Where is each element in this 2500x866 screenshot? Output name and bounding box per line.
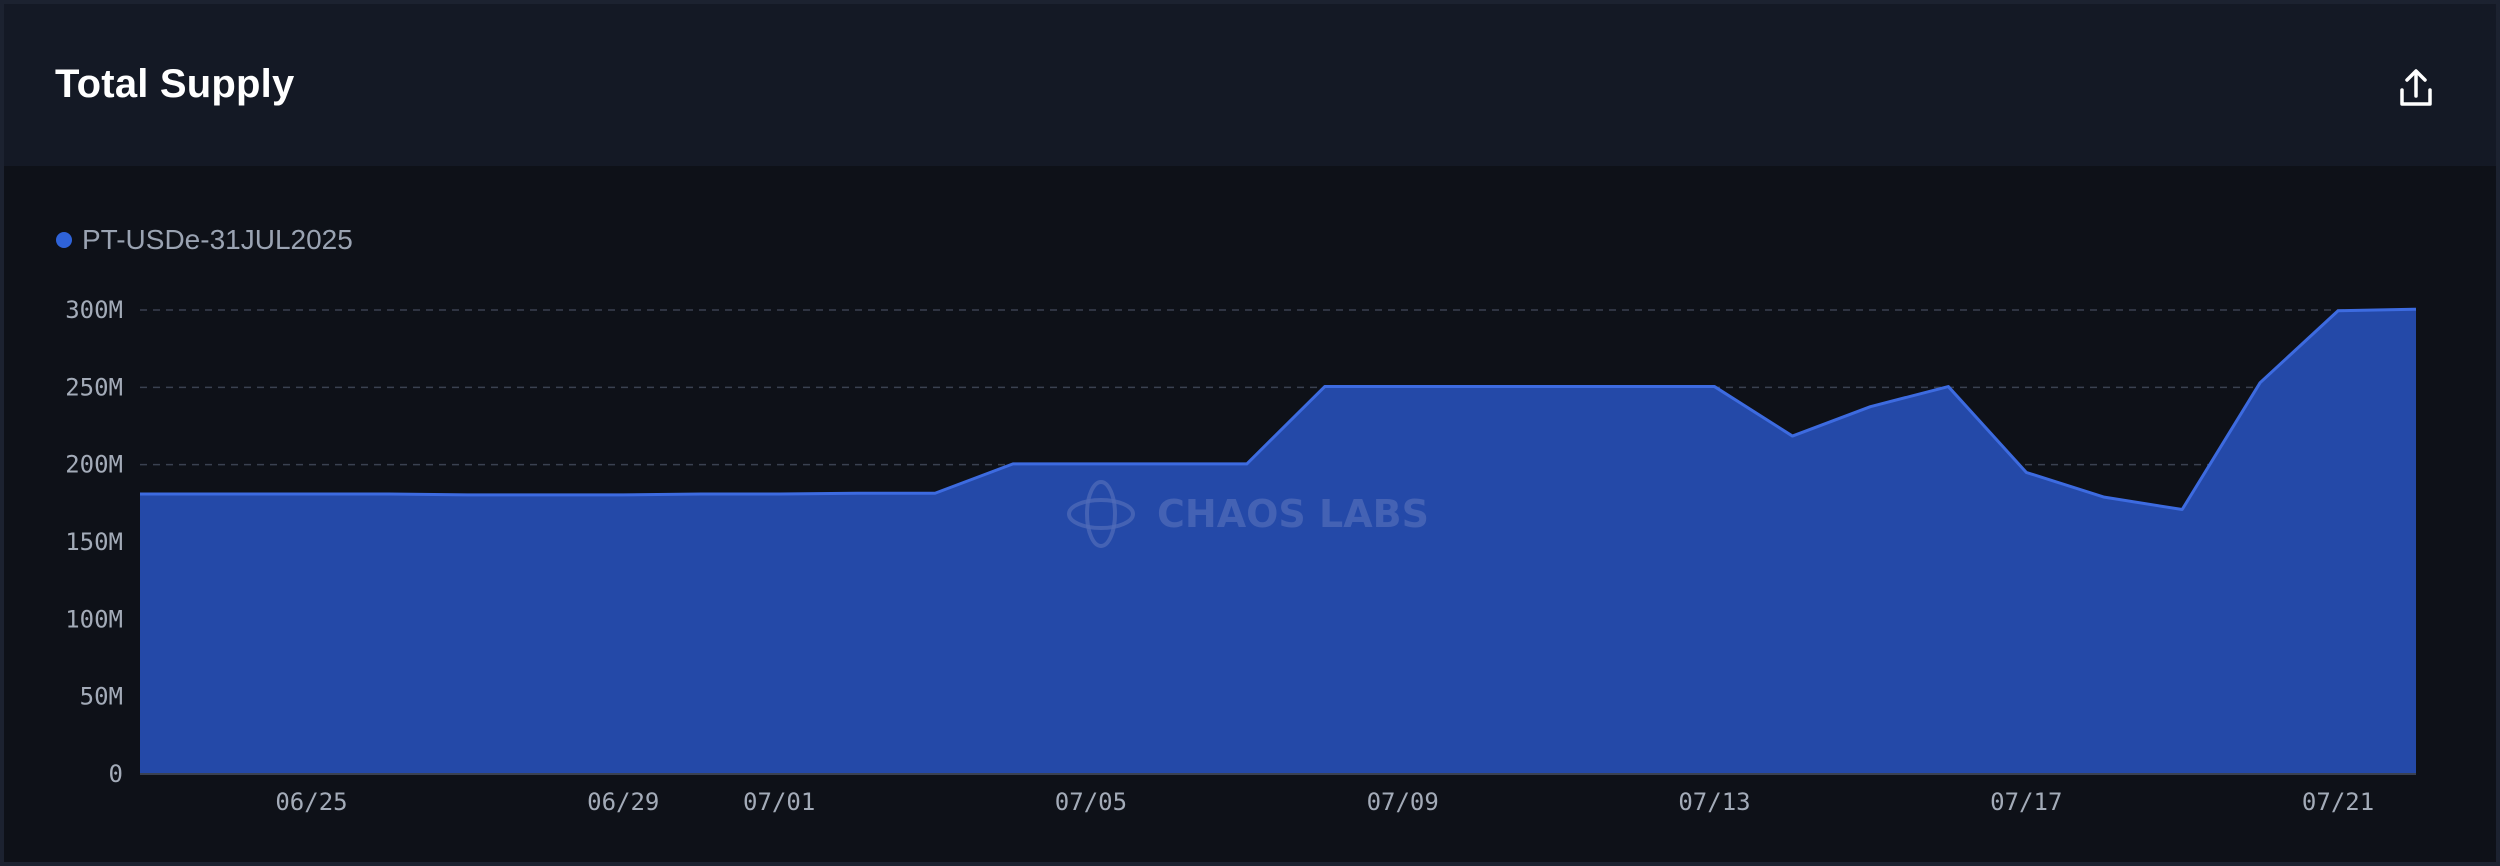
x-tick-label: 07/09 [1367,788,1439,816]
x-tick-label: 07/17 [1990,788,2062,816]
watermark-text: CHAOS LABS [1157,492,1429,536]
y-tick-label: 250M [65,373,123,401]
area-fill [140,309,2416,774]
y-tick-label: 100M [65,605,123,633]
total-supply-chart: CHAOS LABS 0 50M 100M 150M 200M 250M 300M 06/2… [65,296,2417,816]
x-tick-label: 06/29 [587,788,659,816]
area-series [140,307,2417,775]
x-axis-ticks: 06/25 06/29 07/01 07/05 07/09 07/13 07/17 07/21 [275,788,2374,816]
y-axis-ticks: 0 50M 100M 150M 200M 250M 300M [65,296,123,788]
x-tick-label: 07/01 [743,788,815,816]
x-tick-label: 06/25 [275,788,347,816]
y-tick-label: 50M [80,683,123,711]
x-tick-label: 07/13 [1678,788,1750,816]
x-tick-label: 07/21 [2302,788,2374,816]
y-tick-label: 200M [65,451,123,479]
x-tick-label: 07/05 [1055,788,1127,816]
y-tick-label: 150M [65,528,123,556]
y-tick-label: 300M [65,296,123,324]
y-tick-label: 0 [109,760,123,788]
